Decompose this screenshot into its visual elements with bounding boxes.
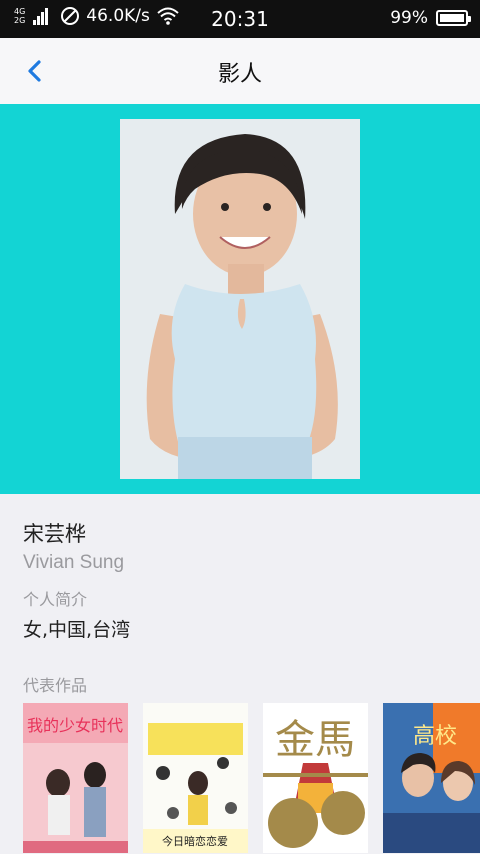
work-poster[interactable]: 今日暗恋恋爱 bbox=[143, 703, 248, 853]
poster-title: 今日暗恋恋爱 bbox=[162, 834, 228, 848]
poster-title: 我的少女时代 bbox=[27, 716, 123, 735]
poster-title: 高校 bbox=[413, 724, 457, 749]
works-label: 代表作品 bbox=[23, 676, 88, 695]
person-name: 宋芸桦 bbox=[23, 522, 86, 546]
battery-icon bbox=[436, 10, 471, 26]
profile-photo bbox=[120, 119, 360, 479]
page-title: 影人 bbox=[217, 62, 262, 87]
work-poster[interactable]: 金馬 bbox=[263, 703, 368, 853]
works-list: 我的少女时代 今日暗恋恋爱 金馬 高校 bbox=[23, 703, 480, 853]
status-bar: 4G 2G 46.0K/s 20:31 99% bbox=[0, 0, 480, 38]
person-english-name: Vivian Sung bbox=[23, 552, 125, 573]
poster-title: 金馬 bbox=[275, 717, 355, 763]
intro-label: 个人简介 bbox=[23, 590, 88, 609]
work-poster[interactable]: 我的少女时代 bbox=[23, 703, 128, 853]
battery-percent: 99% bbox=[390, 8, 428, 28]
nav-bar: 影人 bbox=[0, 38, 480, 104]
work-poster[interactable]: 高校 bbox=[383, 703, 480, 853]
profile-banner bbox=[0, 104, 480, 494]
intro-text: 女,中国,台湾 bbox=[23, 619, 131, 641]
